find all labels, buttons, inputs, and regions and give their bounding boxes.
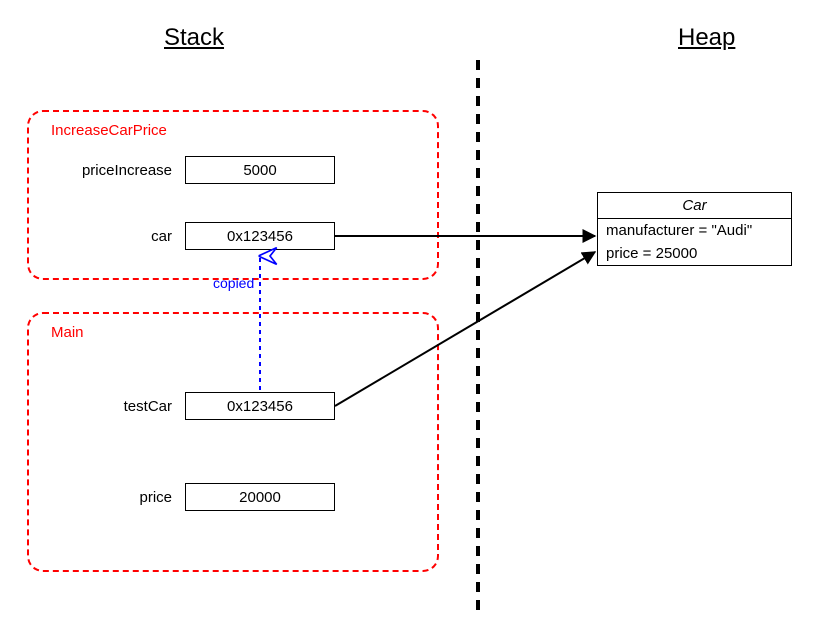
diagram-canvas: Stack Heap IncreaseCarPrice priceIncreas… xyxy=(0,0,832,635)
copied-annotation: copied xyxy=(213,275,254,291)
label-price-increase: priceIncrease xyxy=(32,162,172,179)
box-price: 20000 xyxy=(185,483,335,511)
frame-increase-car-price: IncreaseCarPrice xyxy=(27,110,439,280)
frame-main: Main xyxy=(27,312,439,572)
box-car: 0x123456 xyxy=(185,222,335,250)
label-test-car: testCar xyxy=(32,398,172,415)
label-car: car xyxy=(32,228,172,245)
box-price-increase: 5000 xyxy=(185,156,335,184)
heap-heading: Heap xyxy=(678,24,735,52)
frame-label-main: Main xyxy=(51,324,84,341)
heap-car-manufacturer: manufacturer = "Audi" xyxy=(598,219,791,242)
stack-heading: Stack xyxy=(164,24,224,52)
heap-car-object: Car manufacturer = "Audi" price = 25000 xyxy=(597,192,792,266)
box-test-car: 0x123456 xyxy=(185,392,335,420)
frame-label-increase: IncreaseCarPrice xyxy=(51,122,167,139)
heap-car-price: price = 25000 xyxy=(598,242,791,265)
heap-car-title: Car xyxy=(598,193,791,219)
label-price: price xyxy=(32,489,172,506)
